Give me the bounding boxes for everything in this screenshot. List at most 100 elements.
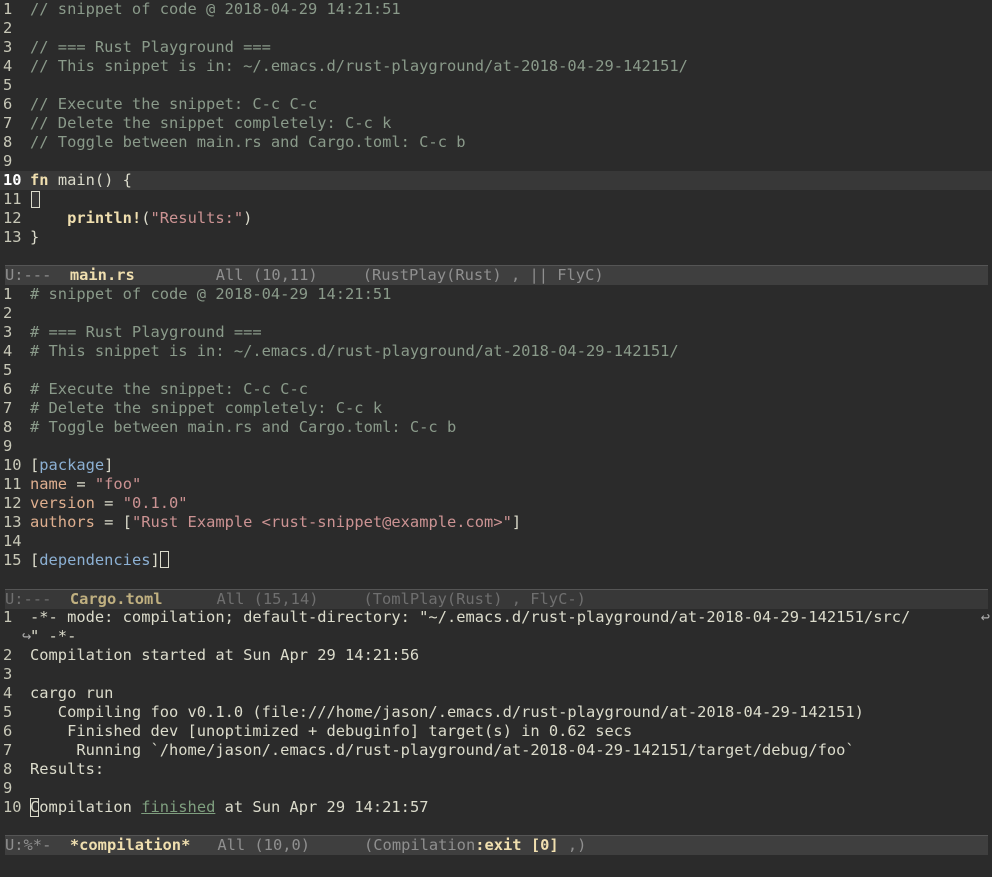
line-number: 4 <box>3 684 13 702</box>
line-number: 11 <box>3 190 22 208</box>
code-line[interactable]: 9 <box>0 152 992 171</box>
code-line[interactable]: 11 name = "foo" <box>0 475 992 494</box>
code-line[interactable]: 6 # Execute the snippet: C-c C-c <box>0 380 992 399</box>
code-line-current[interactable]: 10 fn main() { <box>0 171 992 190</box>
code-line[interactable]: 1 # snippet of code @ 2018-04-29 14:21:51 <box>0 285 992 304</box>
modeline-modes[interactable]: (Compilation <box>364 836 475 854</box>
modeline-buffer-name[interactable]: main.rs <box>70 266 135 284</box>
line-number: 5 <box>3 76 13 94</box>
line-number: 2 <box>3 646 13 664</box>
output-line[interactable]: ↪ " -*- <box>0 627 992 646</box>
output-line[interactable]: 9 <box>0 779 992 798</box>
modeline-modes[interactable]: (TomlPlay(Rust) , FlyC-) <box>363 590 585 608</box>
line-text: // This snippet is in: ~/.emacs.d/rust-p… <box>30 57 688 75</box>
modeline-exit-status: :exit [0] <box>475 836 559 854</box>
code-line[interactable]: 5 <box>0 76 992 95</box>
editor-window-main-rs[interactable]: 1 // snippet of code @ 2018-04-29 14:21:5… <box>0 0 992 247</box>
minibuffer[interactable] <box>0 856 992 877</box>
modeline-position: All (15,14) <box>216 590 319 608</box>
code-line[interactable]: 13} <box>0 228 992 247</box>
modeline-position: All (10,0) <box>217 836 311 854</box>
output-line[interactable]: 5 Compiling foo v0.1.0 (file:///home/jas… <box>0 703 992 722</box>
toml-eq: = <box>94 494 123 512</box>
output-line[interactable]: 2 Compilation started at Sun Apr 29 14:21… <box>0 646 992 665</box>
line-number: 7 <box>3 399 13 417</box>
modeline-position: All (10,11) <box>215 266 318 284</box>
code-line[interactable]: 12 version = "0.1.0" <box>0 494 992 513</box>
line-text: # Execute the snippet: C-c C-c <box>30 380 308 398</box>
code-line[interactable]: 13 authors = ["Rust Example <rust-snippet… <box>0 513 992 532</box>
line-text: } <box>30 228 40 246</box>
code-line[interactable]: 7 # Delete the snippet completely: C-c k <box>0 399 992 418</box>
finished-link[interactable]: finished <box>141 798 215 816</box>
code-line[interactable]: 5 <box>0 361 992 380</box>
code-line[interactable]: 4 # This snippet is in: ~/.emacs.d/rust-p… <box>0 342 992 361</box>
output-line[interactable]: 4 cargo run <box>0 684 992 703</box>
code-line[interactable]: 8 # Toggle between main.rs and Cargo.toml… <box>0 418 992 437</box>
toml-section: dependencies <box>39 551 151 569</box>
modeline-buffer-name[interactable]: Cargo.toml <box>70 590 163 608</box>
toml-eq: = <box>67 475 95 493</box>
line-text: // Delete the snippet completely: C-c k <box>30 114 392 132</box>
toml-section: package <box>39 456 105 474</box>
line-number: 8 <box>3 760 13 778</box>
line-text: Running `/home/jason/.emacs.d/rust-playg… <box>30 741 855 759</box>
code-line[interactable]: 11 <box>0 190 992 209</box>
line-text: Finished dev [unoptimized + debuginfo] t… <box>30 722 633 740</box>
string-literal: "Results:" <box>150 209 244 227</box>
output-line[interactable]: 10 Compilation finished at Sun Apr 29 14:… <box>0 798 992 817</box>
code-line[interactable]: 14 <box>0 532 992 551</box>
code-line[interactable]: 2 <box>0 19 992 38</box>
toml-eq: = [ <box>94 513 132 531</box>
emacs-frame: 1 // snippet of code @ 2018-04-29 14:21:5… <box>0 0 992 877</box>
line-number: 3 <box>3 38 13 56</box>
bracket-open: [ <box>30 551 40 569</box>
output-line[interactable]: 8 Results: <box>0 760 992 779</box>
bracket-close: ] <box>150 551 160 569</box>
code-line[interactable]: 4 // This snippet is in: ~/.emacs.d/rust-… <box>0 57 992 76</box>
line-number: 2 <box>3 304 13 322</box>
code-line[interactable]: 9 <box>0 437 992 456</box>
code-line[interactable]: 3 # === Rust Playground === <box>0 323 992 342</box>
code-line[interactable]: 2 <box>0 304 992 323</box>
output-line[interactable]: 1 -*- mode: compilation; default-director… <box>0 608 992 627</box>
bracket-open: [ <box>30 456 40 474</box>
paren-open: ( <box>141 209 151 227</box>
output-line[interactable]: 3 <box>0 665 992 684</box>
paren-close: ) <box>243 209 253 227</box>
modeline-buffer-name[interactable]: *compilation* <box>70 836 190 854</box>
line-text: ompilation <box>39 798 142 816</box>
modeline-modes[interactable]: (RustPlay(Rust) , || FlyC) <box>363 266 604 284</box>
line-number: 9 <box>3 152 13 170</box>
text-cursor <box>159 551 169 568</box>
code-line[interactable]: 15 [dependencies] <box>0 551 992 570</box>
toml-key: name <box>30 475 68 493</box>
editor-window-cargo-toml[interactable]: 1 # snippet of code @ 2018-04-29 14:21:51… <box>0 285 992 570</box>
code-line[interactable]: 3 // === Rust Playground === <box>0 38 992 57</box>
code-line[interactable]: 6 // Execute the snippet: C-c C-c <box>0 95 992 114</box>
line-number: 9 <box>3 779 13 797</box>
line-text: # snippet of code @ 2018-04-29 14:21:51 <box>30 285 392 303</box>
code-line[interactable]: 10 [package] <box>0 456 992 475</box>
line-number: 8 <box>3 133 13 151</box>
modeline-compilation[interactable]: U:%*- *compilation* All (10,0) (Compilatio… <box>5 835 988 855</box>
line-number: 6 <box>3 380 13 398</box>
output-line[interactable]: 7 Running `/home/jason/.emacs.d/rust-pla… <box>0 741 992 760</box>
code-line[interactable]: 12 println!("Results:") <box>0 209 992 228</box>
line-number: 10 <box>3 798 22 816</box>
line-text: # This snippet is in: ~/.emacs.d/rust-pl… <box>30 342 679 360</box>
code-line[interactable]: 7 // Delete the snippet completely: C-c k <box>0 114 992 133</box>
line-text: Compiling foo v0.1.0 (file:///home/jason… <box>30 703 864 721</box>
modeline-main-rs[interactable]: U:--- main.rs All (10,11) (RustPlay(Rust) … <box>5 265 988 285</box>
compilation-window[interactable]: 1 -*- mode: compilation; default-director… <box>0 608 992 817</box>
code-line[interactable]: 8 // Toggle between main.rs and Cargo.tom… <box>0 133 992 152</box>
text-cursor: C <box>30 798 40 817</box>
macro-println: println! <box>67 209 142 227</box>
line-text: // Execute the snippet: C-c C-c <box>30 95 318 113</box>
output-line[interactable]: 6 Finished dev [unoptimized + debuginfo]… <box>0 722 992 741</box>
line-number: 4 <box>3 57 13 75</box>
line-text: // Toggle between main.rs and Cargo.toml… <box>30 133 466 151</box>
code-line[interactable]: 1 // snippet of code @ 2018-04-29 14:21:5… <box>0 0 992 19</box>
modeline-cargo-toml[interactable]: U:--- Cargo.toml All (15,14) (TomlPlay(Rus… <box>5 589 988 609</box>
